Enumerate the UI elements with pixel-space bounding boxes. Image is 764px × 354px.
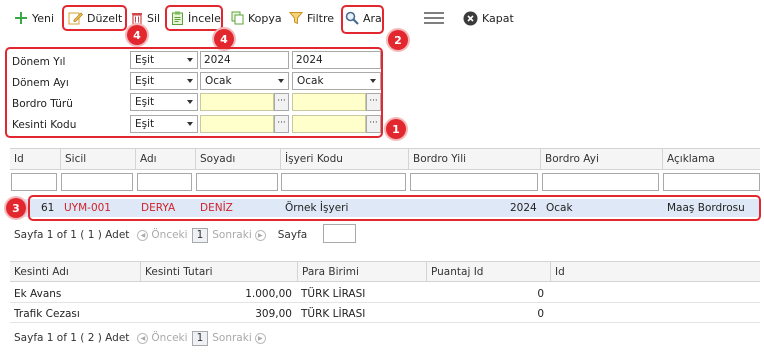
new-button-label: Yeni [32, 11, 55, 25]
col-header-sicil[interactable]: Sicil [60, 149, 86, 169]
grid2-pager: Sayfa 1 of 1 ( 2 ) Adet ◀ Önceki 1 Sonrak… [14, 329, 266, 347]
chevron-right-icon: ▶ [254, 229, 266, 241]
copy-button[interactable]: Kopya [231, 9, 282, 27]
chevron-left-icon: ◀ [137, 229, 149, 241]
pager-info: Sayfa 1 of 1 ( 2 ) Adet [14, 332, 130, 344]
funnel-icon [289, 12, 303, 25]
cell-kesinti-adi: Ek Avans [14, 288, 62, 300]
cell-puantaj-id: 0 [537, 308, 544, 320]
row-divider [10, 302, 760, 303]
inspect-button-highlight [165, 5, 223, 31]
next-page-button[interactable]: Sonraki ▶ [212, 229, 266, 241]
grid2-header: Kesinti Adı Kesinti Tutari Para Birimi P… [10, 261, 760, 282]
col-header-id[interactable]: Id [550, 262, 565, 281]
cell-puantaj-id: 0 [537, 288, 544, 300]
grid1-pager: Sayfa 1 of 1 ( 1 ) Adet ◀ Önceki 1 Sonrak… [14, 226, 307, 244]
page-number[interactable]: 1 [191, 330, 209, 346]
col-header-kesinti-adi[interactable]: Kesinti Adı [10, 262, 69, 281]
col-header-aciklama[interactable]: Açıklama [662, 149, 715, 169]
cell-kesinti-adi: Trafik Cezası [14, 308, 80, 320]
prev-page-button[interactable]: ◀ Önceki [137, 332, 188, 344]
new-button[interactable]: Yeni [14, 9, 54, 27]
col-header-id[interactable]: Id [10, 149, 24, 169]
col-header-adi[interactable]: Adı [135, 149, 157, 169]
annotation-badge-4b: 4 [214, 29, 234, 49]
filter-button[interactable]: Filtre [289, 9, 334, 27]
prev-page-button[interactable]: ◀ Önceki [137, 229, 188, 241]
plus-icon [15, 12, 27, 24]
annotation-badge-1: 1 [386, 119, 406, 139]
copy-icon [231, 11, 244, 25]
search-button-highlight [341, 5, 384, 34]
selected-row-highlight [28, 195, 761, 221]
filter-button-label: Filtre [307, 11, 335, 25]
goto-page-input[interactable] [323, 224, 356, 243]
edit-button-highlight [62, 5, 127, 31]
annotation-badge-4a: 4 [127, 25, 147, 45]
close-button[interactable]: Kapat [463, 9, 514, 27]
grid1-filter-adi[interactable] [137, 173, 192, 191]
page-number[interactable]: 1 [191, 227, 209, 243]
close-button-label: Kapat [482, 11, 514, 25]
col-header-puantaj-id[interactable]: Puantaj Id [426, 262, 483, 281]
trash-icon [132, 13, 142, 25]
copy-button-label: Kopya [248, 11, 282, 25]
grid1-filter-bordro-yili[interactable] [410, 173, 538, 191]
grid1-filter-isyeri-kodu[interactable] [281, 173, 406, 191]
chevron-right-icon: ▶ [254, 332, 266, 344]
annotation-badge-2: 2 [388, 30, 408, 50]
pager-info: Sayfa 1 of 1 ( 1 ) Adet [14, 229, 130, 241]
grid1-filter-sicil[interactable] [61, 173, 133, 191]
col-header-bordro-ayi[interactable]: Bordro Ayi [540, 149, 599, 169]
col-header-soyadi[interactable]: Soyadı [195, 149, 235, 169]
grid1-filter-bordro-ayi[interactable] [542, 173, 659, 191]
close-icon [463, 11, 478, 25]
grid1-filter-id[interactable] [11, 173, 57, 191]
grid1-filter-aciklama[interactable] [663, 173, 760, 191]
col-header-kesinti-tutari[interactable]: Kesinti Tutari [140, 262, 213, 281]
col-header-isyeri-kodu[interactable]: İşyeri Kodu [280, 149, 343, 169]
grid1-filter-soyadi[interactable] [196, 173, 278, 191]
goto-page-label: Sayfa [277, 229, 308, 241]
delete-button-label: Sil [147, 11, 161, 25]
hamburger-menu-icon[interactable] [424, 11, 444, 28]
chevron-left-icon: ◀ [137, 332, 149, 344]
cell-kesinti-tutari: 309,00 [255, 308, 292, 320]
col-header-bordro-yili[interactable]: Bordro Yili [408, 149, 466, 169]
row-divider [10, 322, 760, 323]
cell-kesinti-tutari: 1.000,00 [245, 288, 292, 300]
cell-para-birimi: TÜRK LİRASI [301, 288, 366, 300]
cell-para-birimi: TÜRK LİRASI [301, 308, 366, 320]
grid1-header: Id Sicil Adı Soyadı İşyeri Kodu Bordro Y… [10, 148, 760, 170]
annotation-badge-3: 3 [6, 198, 26, 218]
filter-panel-highlight [5, 47, 383, 138]
next-page-button[interactable]: Sonraki ▶ [212, 332, 266, 344]
col-header-para-birimi[interactable]: Para Birimi [297, 262, 359, 281]
